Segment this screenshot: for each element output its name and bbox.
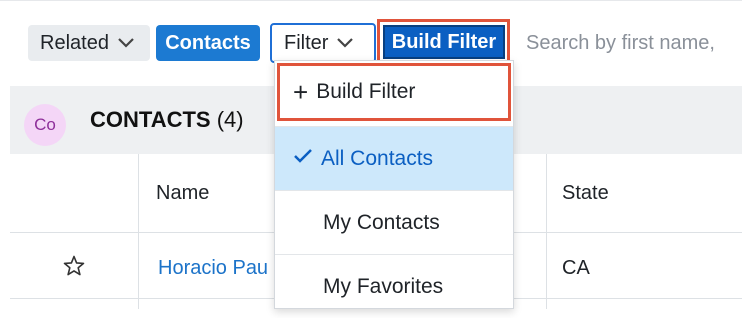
search-input[interactable]: Search by first name, [514, 25, 742, 61]
filter-label: Filter [284, 31, 329, 54]
menu-item-label: My Contacts [323, 210, 440, 234]
filter-dropdown-menu: + Build Filter All Contacts My Contacts … [274, 60, 514, 309]
column-header-name[interactable]: Name [156, 182, 209, 205]
record-state: CA [562, 257, 590, 279]
list-title-text: CONTACTS [90, 107, 211, 132]
menu-item-my-favorites[interactable]: My Favorites [275, 254, 513, 318]
search-placeholder: Search by first name, [526, 31, 715, 54]
build-filter-label: Build Filter [391, 30, 497, 53]
menu-item-label: Build Filter [316, 80, 416, 103]
module-pill-label: Contacts [165, 31, 251, 54]
plus-icon: + [293, 77, 309, 107]
record-count: (4) [216, 107, 244, 132]
filter-dropdown-button[interactable]: Filter [270, 23, 376, 63]
related-dropdown-button[interactable]: Related [28, 25, 150, 61]
favorite-star-icon[interactable] [62, 254, 88, 280]
avatar-text: Co [34, 115, 56, 134]
related-label: Related [40, 31, 109, 54]
record-name-link[interactable]: Horacio Pau [158, 257, 268, 280]
build-filter-button[interactable]: Build Filter [383, 25, 505, 59]
menu-item-all-contacts[interactable]: All Contacts [275, 126, 513, 190]
menu-item-my-contacts[interactable]: My Contacts [275, 190, 513, 254]
chevron-down-icon [336, 32, 354, 55]
menu-item-label: All Contacts [321, 146, 434, 170]
menu-item-label: My Favorites [323, 274, 444, 298]
chevron-down-icon [117, 32, 135, 55]
checkmark-icon [293, 147, 315, 171]
column-header-state[interactable]: State [562, 182, 609, 205]
module-pill-contacts[interactable]: Contacts [156, 25, 260, 61]
module-avatar: Co [24, 104, 66, 146]
list-title: CONTACTS (4) [90, 107, 244, 133]
menu-item-build-filter[interactable]: + Build Filter [281, 67, 507, 117]
